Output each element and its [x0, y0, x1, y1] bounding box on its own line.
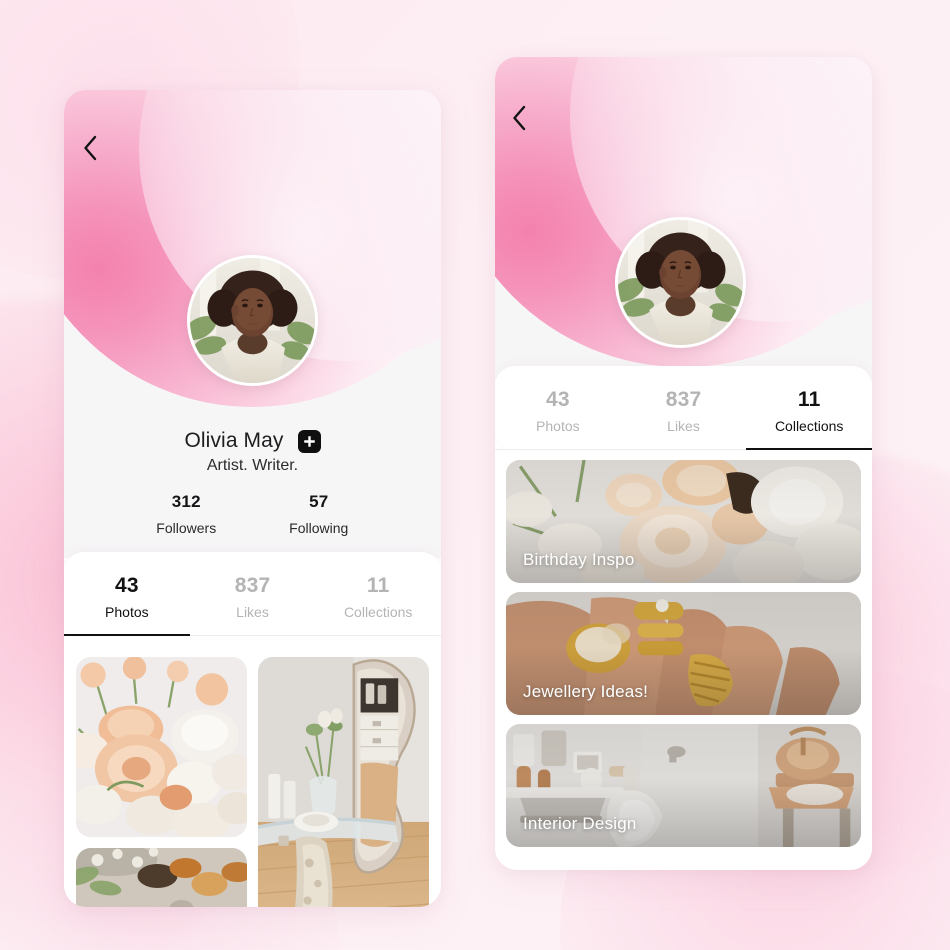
chevron-left-icon: [83, 135, 96, 161]
profile-photos-screen: Olivia May Artist. Writer. 312 Followers…: [64, 90, 441, 907]
plus-icon: [303, 436, 315, 447]
photo-image: [258, 657, 429, 907]
collection-jewellery-ideas[interactable]: Jewellery Ideas!: [506, 592, 861, 715]
tab-likes[interactable]: 837 Likes: [189, 574, 316, 636]
photo-mirror-interior[interactable]: [258, 657, 429, 907]
photo-image: [76, 848, 247, 907]
tab-collections[interactable]: 11 Collections: [315, 574, 441, 636]
avatar[interactable]: [187, 255, 318, 386]
stat-followers-value: 312: [171, 492, 201, 511]
collection-title: Birthday Inspo: [523, 550, 635, 569]
stat-following-label: Following: [289, 520, 349, 536]
profile-header: [64, 90, 441, 420]
stat-followers[interactable]: 312 Followers: [120, 492, 253, 536]
stat-followers-label: Followers: [156, 520, 217, 536]
follow-stats: 312 Followers 57 Following: [64, 492, 441, 558]
tab-likes-label: Likes: [667, 418, 700, 434]
tab-collections-value: 11: [366, 574, 390, 597]
collection-title: Interior Design: [523, 814, 637, 833]
tab-photos[interactable]: 43 Photos: [64, 574, 190, 636]
profile-collections-screen: 43 Photos 837 Likes 11 Collections Birth…: [495, 57, 872, 870]
tabs-panel: 43 Photos 837 Likes 11 Collections: [64, 552, 441, 636]
tab-likes-label: Likes: [236, 604, 269, 620]
tab-likes-value: 837: [234, 574, 271, 597]
photo-grid-column-right: [258, 657, 429, 907]
stat-following[interactable]: 57 Following: [253, 492, 386, 536]
tab-collections[interactable]: 11 Collections: [746, 388, 872, 450]
profile-name: Olivia May: [184, 428, 284, 452]
photo-image: [76, 657, 247, 837]
tab-likes[interactable]: 837 Likes: [620, 388, 747, 450]
collection-birthday-inspo[interactable]: Birthday Inspo: [506, 460, 861, 583]
profile-header: [495, 57, 872, 380]
tab-likes-value: 837: [665, 388, 702, 411]
photo-grid-column-left: [76, 657, 247, 907]
add-user-button[interactable]: [297, 430, 321, 453]
profile-name-row: Olivia May: [64, 428, 441, 453]
profile-bio: Artist. Writer.: [206, 457, 299, 474]
tab-photos-value: 43: [545, 388, 570, 411]
tabs-panel: 43 Photos 837 Likes 11 Collections: [495, 366, 872, 450]
tab-collections-label: Collections: [774, 418, 844, 434]
avatar-image: [190, 258, 315, 383]
back-button[interactable]: [73, 131, 107, 165]
avatar-image: [618, 220, 743, 345]
photo-grid: [64, 636, 441, 907]
back-button[interactable]: [502, 101, 536, 135]
avatar[interactable]: [615, 217, 746, 348]
stat-following-value: 57: [309, 492, 329, 511]
tab-collections-value: 11: [797, 388, 821, 411]
tab-photos[interactable]: 43 Photos: [495, 388, 621, 450]
profile-meta: Olivia May Artist. Writer. 312 Followers…: [64, 420, 441, 558]
photo-floral-arrangement[interactable]: [76, 657, 247, 837]
tab-bar: 43 Photos 837 Likes 11 Collections: [495, 366, 872, 450]
collection-title: Jewellery Ideas!: [523, 682, 649, 701]
tab-collections-label: Collections: [343, 604, 413, 620]
collections-list: Birthday Inspo Jewellery Ideas! Interior…: [495, 450, 872, 865]
tab-photos-label: Photos: [536, 418, 580, 434]
tab-photos-label: Photos: [105, 604, 149, 620]
tab-bar: 43 Photos 837 Likes 11 Collections: [64, 552, 441, 636]
chevron-left-icon: [512, 105, 525, 131]
collection-interior-design[interactable]: Interior Design: [506, 724, 861, 847]
tab-photos-value: 43: [114, 574, 139, 597]
photo-table-spread[interactable]: [76, 848, 247, 907]
